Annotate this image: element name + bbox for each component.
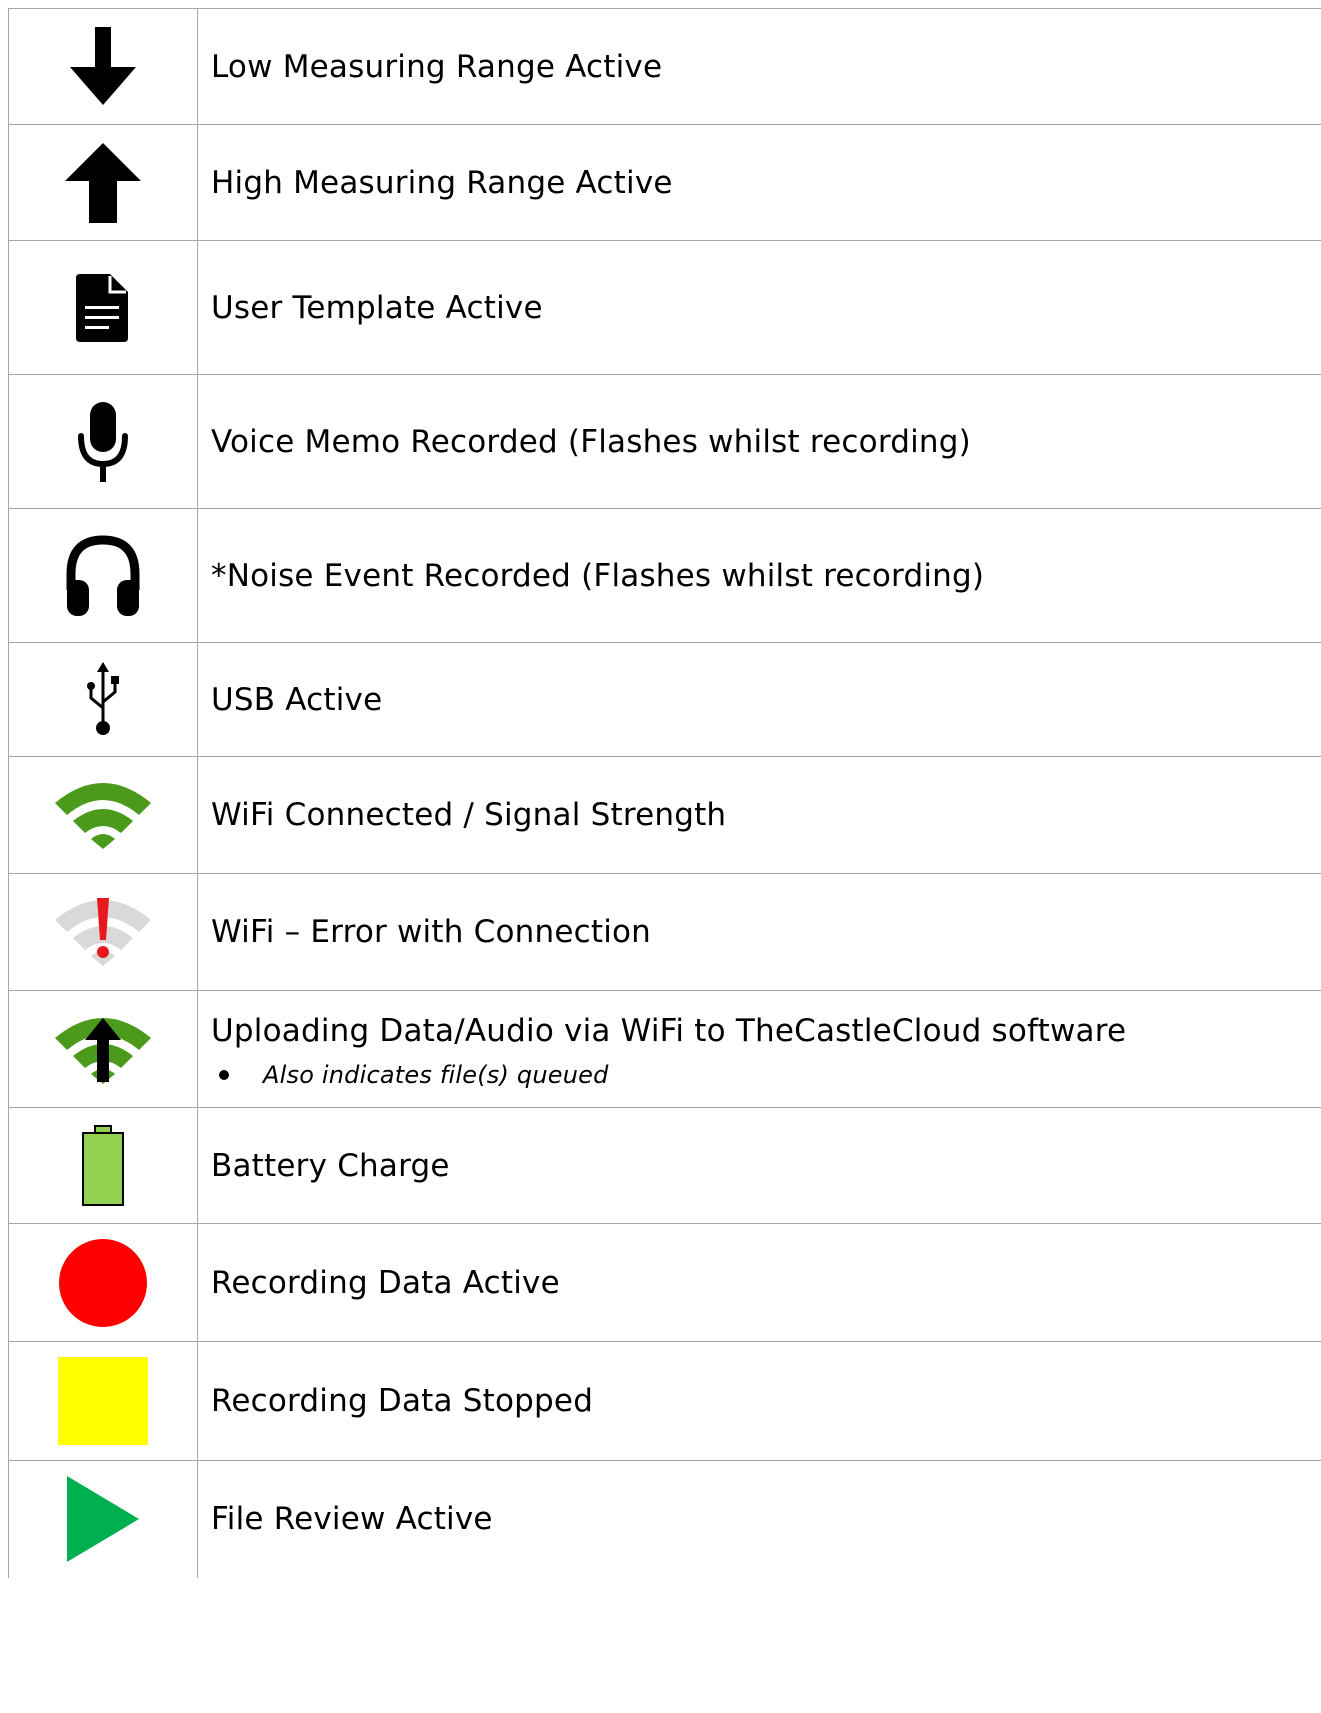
icon-cell (8, 873, 198, 991)
bullet-icon (219, 1070, 229, 1080)
wifi-error-icon (55, 898, 151, 966)
legend-label: Voice Memo Recorded (Flashes whilst reco… (197, 374, 1321, 509)
legend-text-cell: Uploading Data/Audio via WiFi to TheCast… (197, 990, 1321, 1108)
icon-cell (8, 374, 198, 509)
icon-legend-table: Low Measuring Range Active High Measurin… (8, 8, 1321, 1578)
legend-row-noise-event: *Noise Event Recorded (Flashes whilst re… (8, 508, 1321, 643)
play-triangle-icon (67, 1476, 139, 1563)
icon-cell (8, 1107, 198, 1224)
arrow-up-icon (65, 142, 141, 223)
usb-icon (87, 661, 119, 735)
legend-row-recording-stopped: Recording Data Stopped (8, 1341, 1321, 1461)
wifi-icon (55, 783, 151, 849)
legend-row-usb: USB Active (8, 642, 1321, 757)
icon-cell (8, 756, 198, 874)
legend-row-file-review: File Review Active (8, 1460, 1321, 1578)
icon-cell (8, 642, 198, 757)
icon-cell (8, 990, 198, 1108)
legend-row-battery: Battery Charge (8, 1107, 1321, 1224)
legend-label: WiFi Connected / Signal Strength (197, 756, 1321, 874)
icon-cell (8, 240, 198, 375)
legend-row-wifi-error: WiFi – Error with Connection (8, 873, 1321, 991)
wifi-upload-icon (55, 1018, 151, 1084)
legend-label: *Noise Event Recorded (Flashes whilst re… (197, 508, 1321, 643)
legend-note: Also indicates file(s) queued (211, 1061, 1321, 1089)
icon-cell (8, 508, 198, 643)
microphone-icon (78, 401, 128, 482)
record-circle-icon (59, 1238, 147, 1327)
legend-label: Battery Charge (197, 1107, 1321, 1224)
legend-row-wifi-upload: Uploading Data/Audio via WiFi to TheCast… (8, 990, 1321, 1108)
battery-icon (82, 1124, 124, 1206)
icon-cell (8, 1460, 198, 1578)
legend-row-low-range: Low Measuring Range Active (8, 8, 1321, 125)
legend-row-user-template: User Template Active (8, 240, 1321, 375)
legend-row-voice-memo: Voice Memo Recorded (Flashes whilst reco… (8, 374, 1321, 509)
legend-label: User Template Active (197, 240, 1321, 375)
legend-note-text: Also indicates file(s) queued (263, 1061, 609, 1089)
legend-label: File Review Active (197, 1460, 1321, 1578)
headphones-icon (66, 534, 140, 616)
legend-row-wifi: WiFi Connected / Signal Strength (8, 756, 1321, 874)
stop-square-icon (58, 1357, 148, 1445)
legend-label: WiFi – Error with Connection (197, 873, 1321, 991)
icon-cell (8, 124, 198, 241)
legend-label: USB Active (197, 642, 1321, 757)
legend-label: Uploading Data/Audio via WiFi to TheCast… (211, 1013, 1127, 1049)
legend-label: High Measuring Range Active (197, 124, 1321, 241)
legend-label: Recording Data Active (197, 1223, 1321, 1342)
icon-cell (8, 1223, 198, 1342)
legend-label: Recording Data Stopped (197, 1341, 1321, 1461)
icon-cell (8, 1341, 198, 1461)
icon-cell (8, 8, 198, 125)
document-icon (76, 273, 128, 342)
legend-row-high-range: High Measuring Range Active (8, 124, 1321, 241)
legend-row-recording-active: Recording Data Active (8, 1223, 1321, 1342)
legend-label: Low Measuring Range Active (197, 8, 1321, 125)
arrow-down-icon (70, 26, 136, 105)
